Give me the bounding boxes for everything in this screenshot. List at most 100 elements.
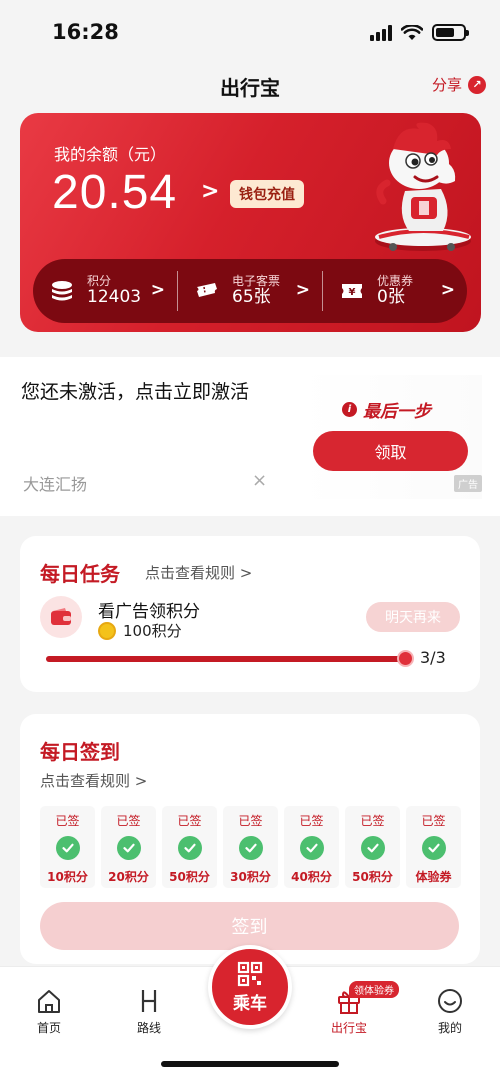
day-reward: 50积分 [352, 870, 393, 884]
recharge-button[interactable]: 钱包充值 [230, 180, 304, 208]
signin-days: 已签 10积分 已签 20积分 已签 50积分 已签 30积分 已签 40积分 … [40, 806, 461, 888]
ticket-icon [197, 283, 217, 297]
tab-route[interactable]: 路线 [119, 987, 179, 1036]
signin-day: 已签 50积分 [162, 806, 217, 888]
day-status: 已签 [299, 814, 324, 828]
ad-banner[interactable]: 您还未激活，点击立即激活 大连汇扬 × i 最后一步 领取 广告 [0, 357, 500, 516]
chevron-right-icon: > [295, 280, 310, 300]
day-reward: 体验券 [415, 870, 452, 884]
check-icon [299, 836, 324, 860]
e-ticket-value: 65张 [232, 287, 271, 308]
signin-day: 已签 30积分 [223, 806, 278, 888]
check-icon [116, 836, 141, 860]
daily-task-card: 每日任务 点击查看规则 > 看广告领积分 100积分 明天再来 3/3 [20, 536, 480, 692]
e-ticket-entry[interactable]: 电子客票 65张 > [177, 271, 322, 311]
task-progress-text: 3/3 [420, 648, 446, 667]
coin-icon [98, 621, 116, 640]
points-value: 12403 [87, 287, 142, 308]
share-label: 分享 [431, 76, 462, 94]
task-reward-text: 100积分 [123, 622, 182, 640]
day-reward: 50积分 [169, 870, 210, 884]
info-icon: i [342, 402, 357, 417]
balance-arrow-icon[interactable]: > [201, 179, 219, 204]
tab-travel-treasure[interactable]: 领体验券 出行宝 [319, 981, 399, 1036]
horse-mascot-image [375, 122, 471, 251]
route-icon [141, 990, 157, 1012]
ad-claim-button[interactable]: 领取 [313, 431, 468, 471]
battery-icon [432, 24, 469, 41]
qr-code-icon [237, 961, 263, 986]
share-button[interactable]: 分享 ↗ [432, 74, 486, 95]
day-status: 已签 [55, 814, 80, 828]
signin-day: 已签 20积分 [101, 806, 156, 888]
wallet-card: 我的余额（元） 20.54 > 钱包充值 积分 12403 > 电子客票 65张… [20, 113, 481, 332]
daily-signin-title: 每日签到 [40, 740, 120, 764]
signin-day: 已签 50积分 [345, 806, 400, 888]
wallet-icon [40, 596, 82, 638]
progress-knob [397, 650, 414, 667]
status-time: 16:28 [52, 20, 119, 44]
chevron-right-icon: > [440, 280, 455, 300]
ad-highlight-text: 最后一步 [363, 402, 431, 422]
ad-visual: i 最后一步 领取 广告 [300, 375, 482, 499]
share-icon: ↗ [468, 75, 486, 94]
daily-task-rules-link[interactable]: 点击查看规则 > [145, 562, 252, 583]
tab-route-label: 路线 [136, 1021, 161, 1035]
signin-day: 已签 10积分 [40, 806, 95, 888]
svg-text:¥: ¥ [349, 287, 356, 298]
daily-signin-card: 每日签到 点击查看规则 > 已签 10积分 已签 20积分 已签 50积分 已签… [20, 714, 480, 964]
home-indicator [161, 1061, 339, 1067]
check-icon [55, 836, 80, 860]
tab-profile[interactable]: 我的 [420, 987, 480, 1036]
points-entry[interactable]: 积分 12403 > [33, 271, 177, 311]
day-reward: 10积分 [47, 870, 88, 884]
profile-icon [438, 989, 462, 1013]
tab-travel-treasure-label: 出行宝 [330, 1021, 367, 1035]
balance-amount[interactable]: 20.54 [52, 165, 177, 220]
page-title: 出行宝 [220, 76, 280, 100]
check-icon [421, 836, 446, 860]
task-name: 看广告领积分 [98, 602, 200, 622]
balance-label: 我的余额（元） [54, 145, 167, 164]
check-icon [360, 836, 385, 860]
daily-task-title: 每日任务 [40, 562, 120, 586]
signin-button[interactable]: 签到 [40, 902, 459, 950]
task-progress-bar [46, 656, 406, 662]
ad-highlight: i 最后一步 [342, 397, 431, 422]
nav-bar: 出行宝 分享 ↗ [0, 62, 500, 108]
status-bar: 16:28 [0, 0, 500, 62]
tab-home[interactable]: 首页 [19, 987, 79, 1036]
coupon-value: 0张 [377, 287, 405, 308]
signal-icon [370, 24, 392, 41]
day-reward: 30积分 [230, 870, 271, 884]
day-status: 已签 [421, 814, 446, 828]
task-reward: 100积分 [98, 620, 182, 641]
day-status: 已签 [177, 814, 202, 828]
status-icons [370, 24, 469, 41]
day-status: 已签 [238, 814, 263, 828]
ride-label: 乘车 [233, 993, 267, 1014]
ad-source: 大连汇扬 [23, 475, 88, 494]
home-icon [38, 990, 60, 1013]
coupon-entry[interactable]: ¥ 优惠券 0张 > [322, 271, 467, 311]
signin-day: 已签 体验券 [406, 806, 461, 888]
day-status: 已签 [360, 814, 385, 828]
day-reward: 20积分 [108, 870, 149, 884]
tab-profile-label: 我的 [437, 1021, 462, 1035]
chevron-right-icon: > [150, 280, 165, 300]
check-icon [177, 836, 202, 860]
tab-home-label: 首页 [36, 1021, 61, 1035]
check-icon [238, 836, 263, 860]
ride-button[interactable]: 乘车 [208, 945, 292, 1029]
come-back-tomorrow-button[interactable]: 明天再来 [366, 602, 460, 632]
ad-tag: 广告 [454, 475, 482, 492]
wifi-icon [401, 24, 423, 40]
ad-close-button[interactable]: × [252, 470, 267, 491]
task-progress-fill [46, 656, 406, 662]
day-status: 已签 [116, 814, 141, 828]
ad-title: 您还未激活，点击立即激活 [21, 381, 250, 403]
daily-signin-rules-link[interactable]: 点击查看规则 > [40, 770, 147, 791]
signin-day: 已签 40积分 [284, 806, 339, 888]
coins-icon [52, 281, 72, 301]
coupon-icon: ¥ [342, 284, 362, 298]
